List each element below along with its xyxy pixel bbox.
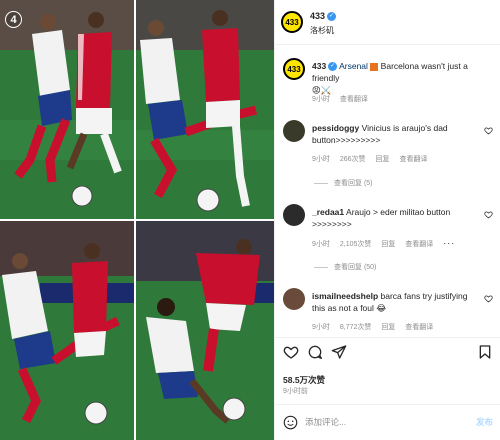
caption-translate-link[interactable]: 查看翻译 — [340, 96, 368, 103]
caption-text: 433 ✓ Arsenal Barcelona wasn't just a fri… — [312, 60, 480, 96]
post-action-bar: 58.5万次赞 9小时前 — [275, 337, 500, 397]
comment-reply-link[interactable]: 回复 — [381, 324, 395, 331]
comment-meta: 9小时 266次赞 回复 查看翻译 — [312, 154, 435, 164]
likes-count[interactable]: 58.5万次赞 — [283, 374, 325, 386]
post-side-panel: 433 433 ✓ 洛杉矶 433 433 ✓ Arsenal Barcelona … — [274, 0, 500, 440]
commenter-username[interactable]: pessidoggy — [312, 123, 359, 133]
commenter-avatar[interactable] — [283, 288, 305, 310]
comment-translate-link[interactable]: 查看翻译 — [405, 324, 433, 331]
comment-more-options-icon[interactable]: ··· — [443, 238, 455, 248]
post-comment-button[interactable]: 发布 — [476, 416, 493, 428]
post-photo-1: 4 — [0, 0, 134, 219]
verified-badge-icon: ✓ — [327, 12, 337, 22]
commenter-username[interactable]: _redaa1 — [312, 207, 344, 217]
verified-badge-icon: ✓ — [328, 62, 338, 72]
comment-bubble-icon[interactable] — [307, 344, 323, 360]
share-send-icon[interactable] — [331, 344, 347, 360]
comment-translate-link[interactable]: 查看翻译 — [399, 156, 427, 163]
view-replies-link[interactable]: 查看回复 (5) — [314, 178, 373, 188]
comment-like-heart-icon[interactable] — [484, 294, 493, 303]
post-header: 433 433 ✓ 洛杉矶 — [275, 0, 500, 45]
commenter-username[interactable]: ismailneedshelp — [312, 291, 378, 301]
view-replies-link[interactable]: 查看回复 (50) — [314, 262, 376, 272]
comment-reply-link[interactable]: 回复 — [381, 241, 395, 248]
comment-text: pessidoggy Vinicius is araujo's dad butt… — [312, 122, 480, 146]
comment-time: 9小时 — [312, 241, 330, 248]
commenter-avatar[interactable] — [283, 204, 305, 226]
comment-time: 9小时 — [312, 324, 330, 331]
comment-likes[interactable]: 8,772次赞 — [340, 324, 372, 331]
slide-index-badge: 4 — [5, 11, 22, 28]
post-media-carousel[interactable]: 4 — [0, 0, 274, 440]
caption-mention[interactable]: Arsenal — [339, 61, 368, 71]
comment-composer: 发布 — [275, 404, 500, 440]
author-username-text[interactable]: 433 — [310, 11, 325, 21]
post-photo-2 — [136, 0, 274, 219]
comment-likes[interactable]: 266次赞 — [340, 156, 366, 163]
bookmark-save-icon[interactable] — [477, 344, 493, 360]
like-heart-icon[interactable] — [283, 344, 299, 360]
caption-author-avatar[interactable]: 433 — [283, 58, 305, 80]
caption-time: 9小时 — [312, 96, 330, 103]
comment-meta: 9小时 8,772次赞 回复 查看翻译 — [312, 322, 441, 332]
caption-author[interactable]: 433 — [312, 61, 326, 71]
comment-like-heart-icon[interactable] — [484, 126, 493, 135]
comment-reply-link[interactable]: 回复 — [376, 156, 390, 163]
comment-translate-link[interactable]: 查看翻译 — [405, 241, 433, 248]
post-location[interactable]: 洛杉矶 — [310, 25, 334, 36]
flag-emoji-icon — [370, 62, 379, 71]
commenter-avatar[interactable] — [283, 120, 305, 142]
comment-text: _redaa1 Araujo > eder militao button >>>… — [312, 206, 480, 230]
comment-input[interactable] — [305, 414, 455, 430]
comment-likes[interactable]: 2,105次赞 — [340, 241, 372, 248]
author-avatar[interactable]: 433 — [281, 11, 303, 33]
post-photo-4 — [136, 221, 274, 440]
comment-meta: 9小时 2,105次赞 回复 查看翻译 ··· — [312, 238, 463, 249]
comments-list[interactable]: 433 433 ✓ Arsenal Barcelona wasn't just a… — [275, 46, 500, 336]
emoji-picker-icon[interactable] — [283, 415, 298, 430]
caption-meta: 9小时 查看翻译 — [312, 94, 376, 104]
comment-time: 9小时 — [312, 156, 330, 163]
comment-like-heart-icon[interactable] — [484, 210, 493, 219]
author-username[interactable]: 433 ✓ — [310, 11, 337, 22]
post-time-ago: 9小时前 — [283, 388, 308, 395]
post-photo-3 — [0, 221, 134, 440]
comment-text: ismailneedshelp barca fans try justifyin… — [312, 290, 480, 314]
